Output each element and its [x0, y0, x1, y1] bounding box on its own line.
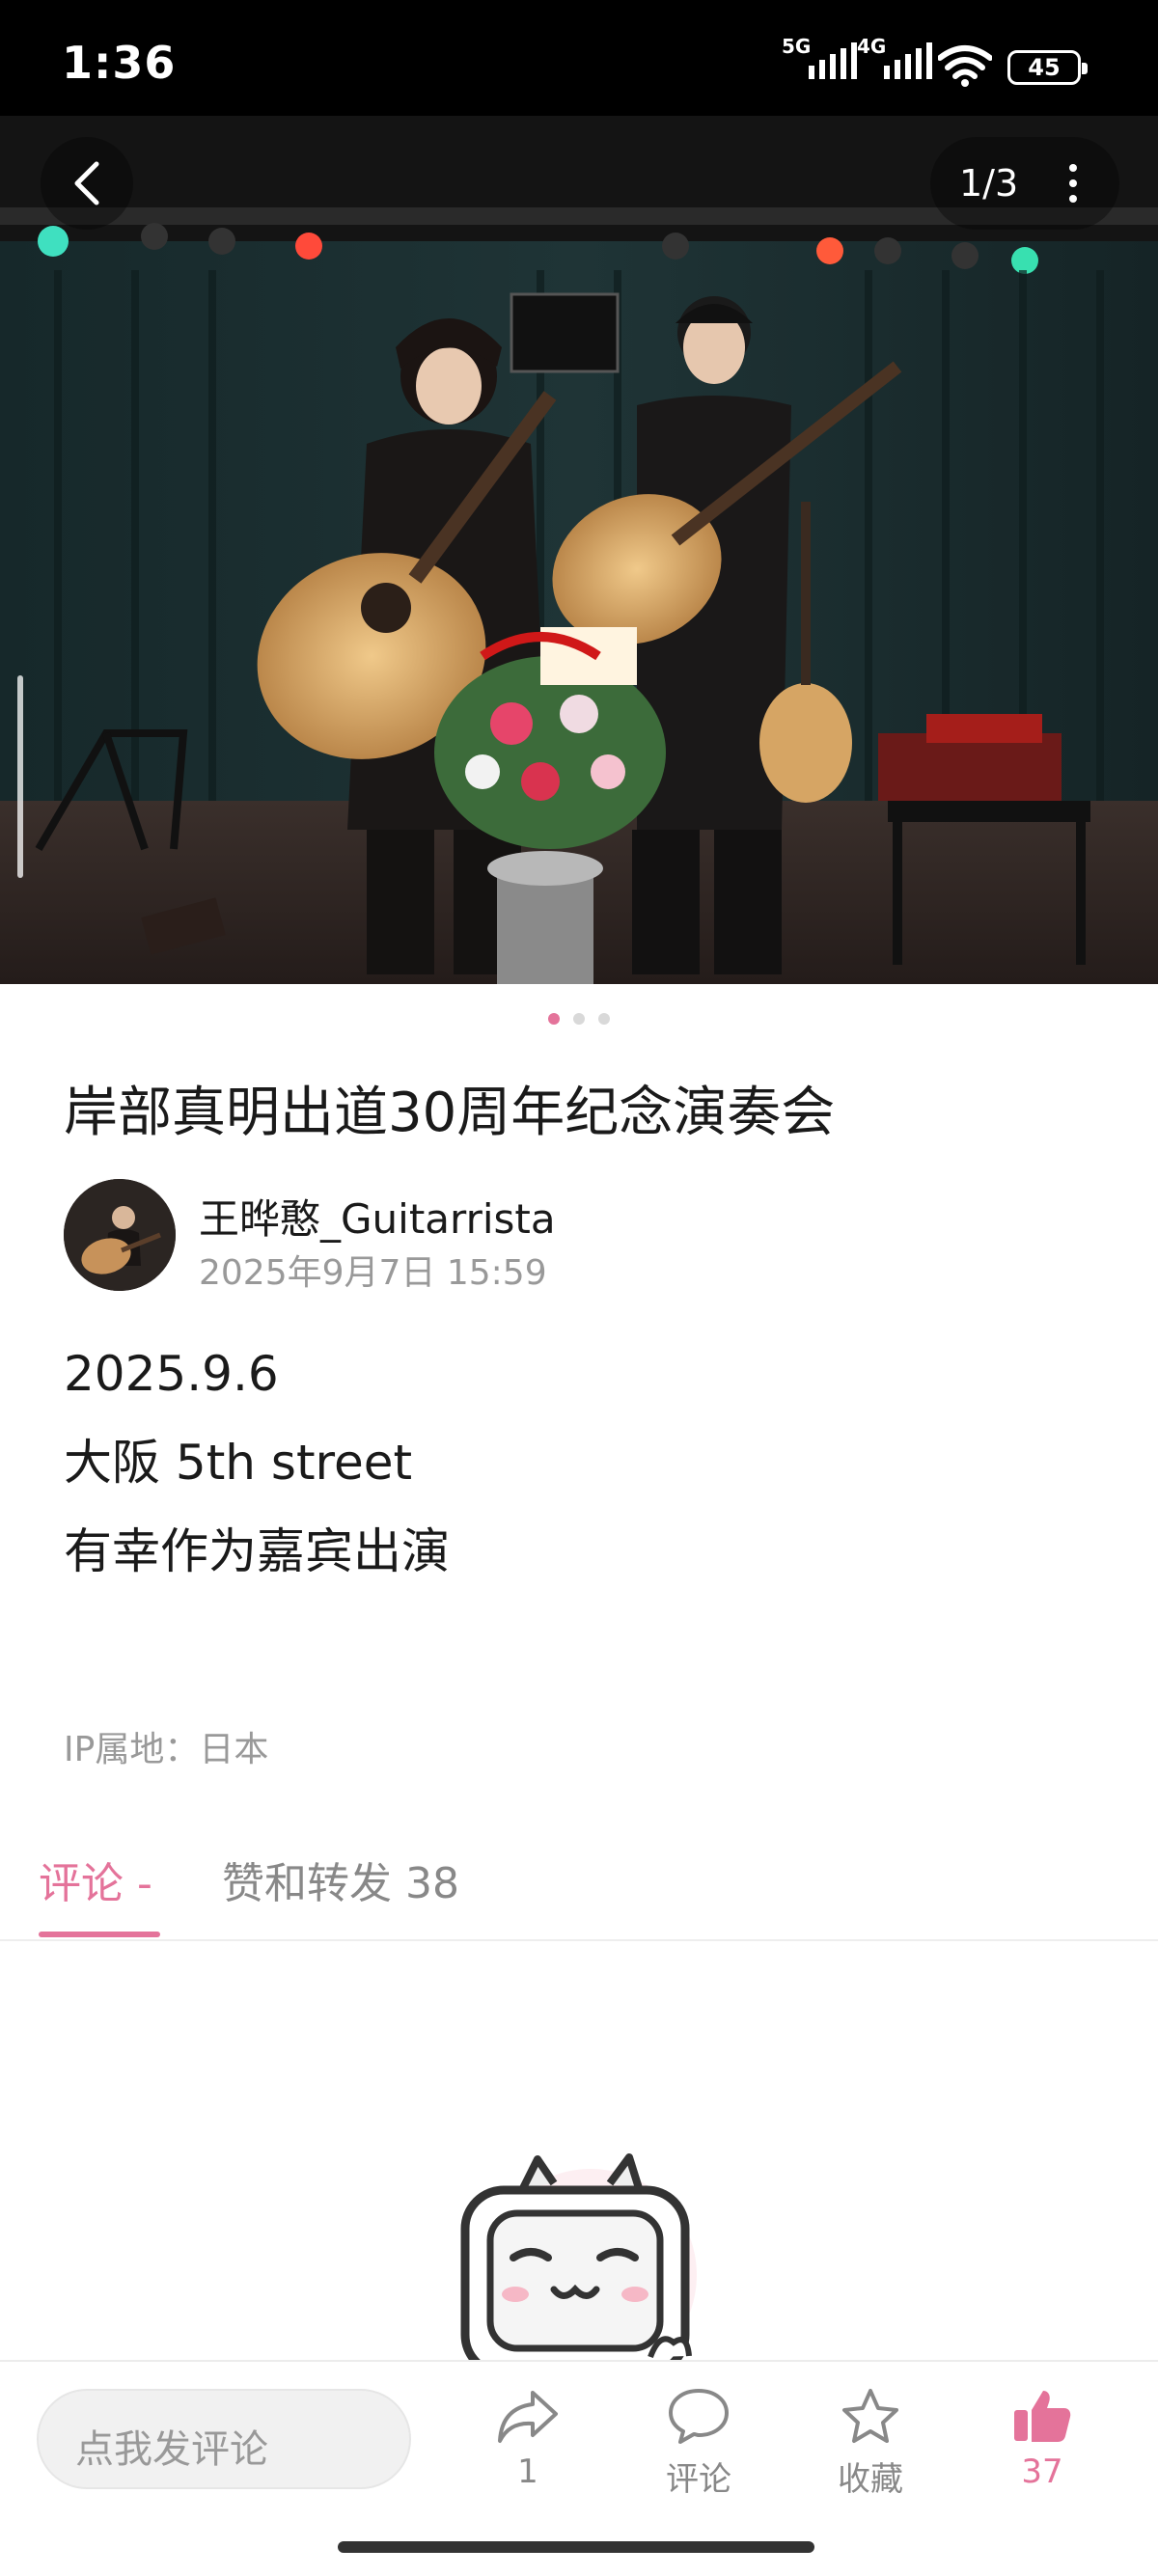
- wifi-icon: [938, 45, 992, 87]
- more-vertical-icon[interactable]: [1063, 160, 1083, 208]
- ip-location: IP属地：日本: [64, 1730, 269, 1769]
- body-line: 有幸作为嘉宾出演: [64, 1523, 450, 1579]
- battery-icon: 45: [1007, 50, 1088, 85]
- share-button[interactable]: 1: [470, 2387, 586, 2512]
- body-line: 2025.9.6: [64, 1346, 279, 1402]
- tab-comments[interactable]: 评论 -: [39, 1849, 152, 1910]
- back-button[interactable]: [41, 137, 133, 230]
- page-dot: [548, 1013, 560, 1025]
- status-bar: 1:36 5G 4G 45: [0, 0, 1158, 116]
- photo-scroll-indicator: [17, 675, 23, 878]
- comment-label: 评论: [666, 2460, 731, 2499]
- thumbs-up-icon: [1014, 2391, 1071, 2442]
- post-body: 2025.9.6 大阪 5th street 有幸作为嘉宾出演: [64, 1329, 450, 1596]
- avatar[interactable]: [64, 1179, 176, 1291]
- empty-comments-mascot-icon: [446, 2150, 716, 2362]
- comment-tabs: 评论 - 赞和转发 38: [0, 1839, 1158, 1941]
- comment-placeholder: 点我发评论: [75, 2427, 268, 2472]
- favorite-button[interactable]: 收藏: [813, 2387, 928, 2512]
- home-indicator[interactable]: [338, 2541, 814, 2553]
- chevron-left-icon: [74, 161, 99, 206]
- author-row[interactable]: 王晔憨_Guitarrista 2025年9月7日 15:59: [64, 1179, 1106, 1295]
- page-dots: [0, 1013, 1158, 1025]
- active-tab-underline: [39, 1932, 160, 1937]
- page-dot: [573, 1013, 585, 1025]
- share-icon: [498, 2391, 558, 2443]
- signal-5g-icon: 5G: [782, 35, 857, 79]
- image-counter-pill: 1/3: [930, 137, 1119, 230]
- image-counter: 1/3: [959, 162, 1019, 205]
- favorite-label: 收藏: [838, 2460, 903, 2499]
- status-time: 1:36: [62, 37, 177, 89]
- comment-button[interactable]: 评论: [641, 2387, 757, 2512]
- share-count: 1: [517, 2453, 538, 2491]
- bottom-action-bar: 点我发评论 1 评论 收藏 37: [0, 2360, 1158, 2576]
- post-photo[interactable]: [0, 116, 1158, 984]
- post-time: 2025年9月7日 15:59: [199, 1253, 547, 1293]
- tab-likes-reposts[interactable]: 赞和转发 38: [222, 1849, 459, 1910]
- body-line: 大阪 5th street: [64, 1435, 413, 1491]
- post-title: 岸部真明出道30周年纪念演奏会: [64, 1082, 836, 1144]
- signal-4g-icon: 4G: [857, 35, 932, 79]
- concert-photo: [0, 116, 1158, 984]
- like-count: 37: [1021, 2453, 1063, 2491]
- star-icon: [842, 2389, 898, 2443]
- like-button[interactable]: 37: [984, 2387, 1100, 2512]
- page-dot: [598, 1013, 610, 1025]
- author-name[interactable]: 王晔憨_Guitarrista: [199, 1187, 556, 1246]
- comment-input[interactable]: 点我发评论: [37, 2389, 411, 2489]
- comment-bubble-icon: [669, 2389, 729, 2444]
